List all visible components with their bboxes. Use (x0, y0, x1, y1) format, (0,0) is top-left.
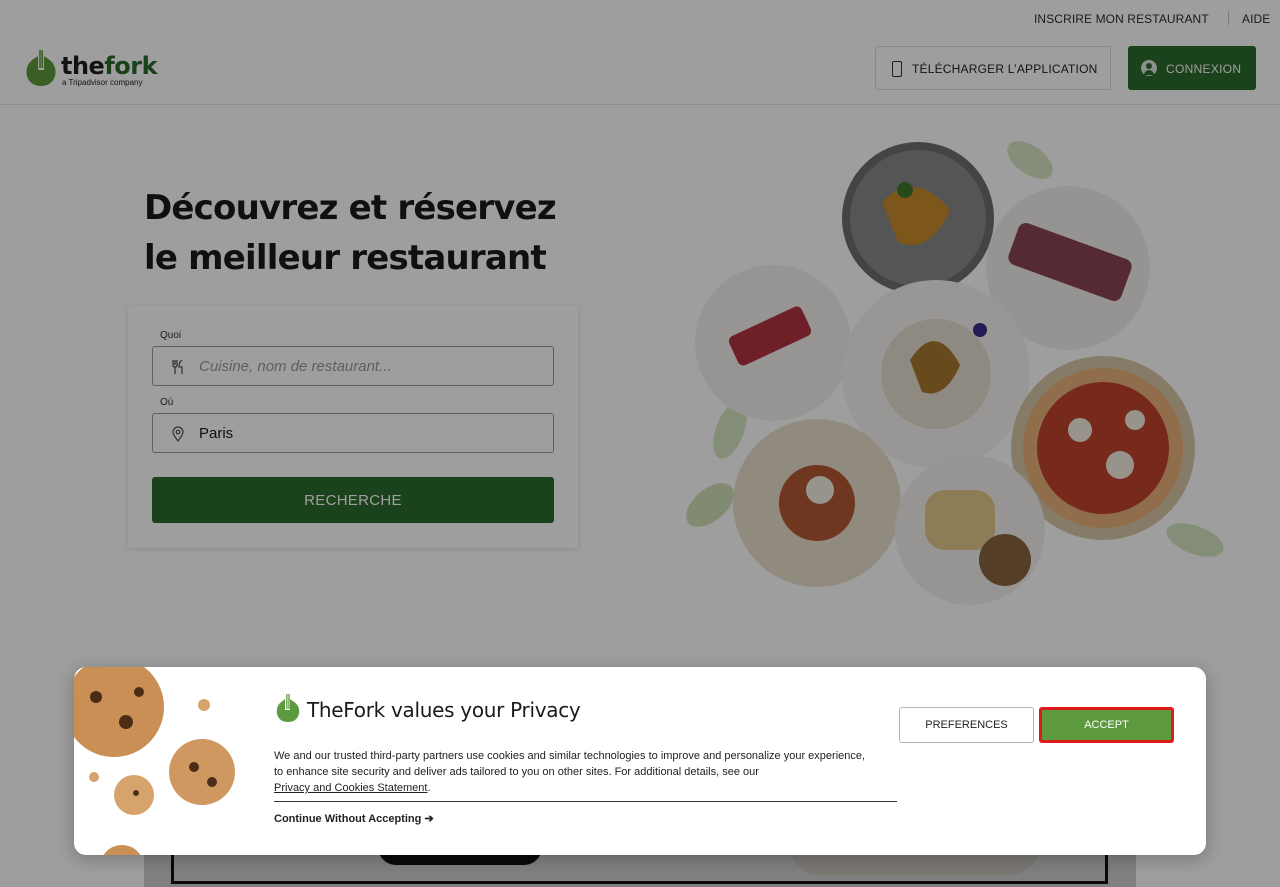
cookie-modal-body: We and our trusted third-party partners … (274, 748, 874, 796)
preferences-button[interactable]: PREFERENCES (899, 707, 1034, 743)
thefork-leaf-icon (276, 694, 300, 722)
cookie-modal-divider (274, 801, 897, 802)
continue-without-accepting-link[interactable]: Continue Without Accepting ➔ (274, 812, 434, 825)
cookie-modal-text: We and our trusted third-party partners … (274, 750, 866, 778)
arrow-right-icon: ➔ (424, 813, 434, 825)
cookies-image (74, 667, 235, 855)
continue-without-accepting-label: Continue Without Accepting (274, 813, 422, 825)
accept-button[interactable]: ACCEPT (1039, 707, 1174, 743)
cookie-consent-modal: TheFork values your Privacy We and our t… (74, 667, 1206, 855)
cookie-modal-title: TheFork values your Privacy (307, 698, 581, 722)
privacy-statement-link[interactable]: Privacy and Cookies Statement (274, 782, 427, 794)
cookie-modal-text-end: . (427, 782, 431, 794)
page: INSCRIRE MON RESTAURANT AIDE thefork a T… (0, 0, 1280, 887)
preferences-label: PREFERENCES (925, 719, 1008, 731)
accept-label: ACCEPT (1084, 719, 1129, 731)
